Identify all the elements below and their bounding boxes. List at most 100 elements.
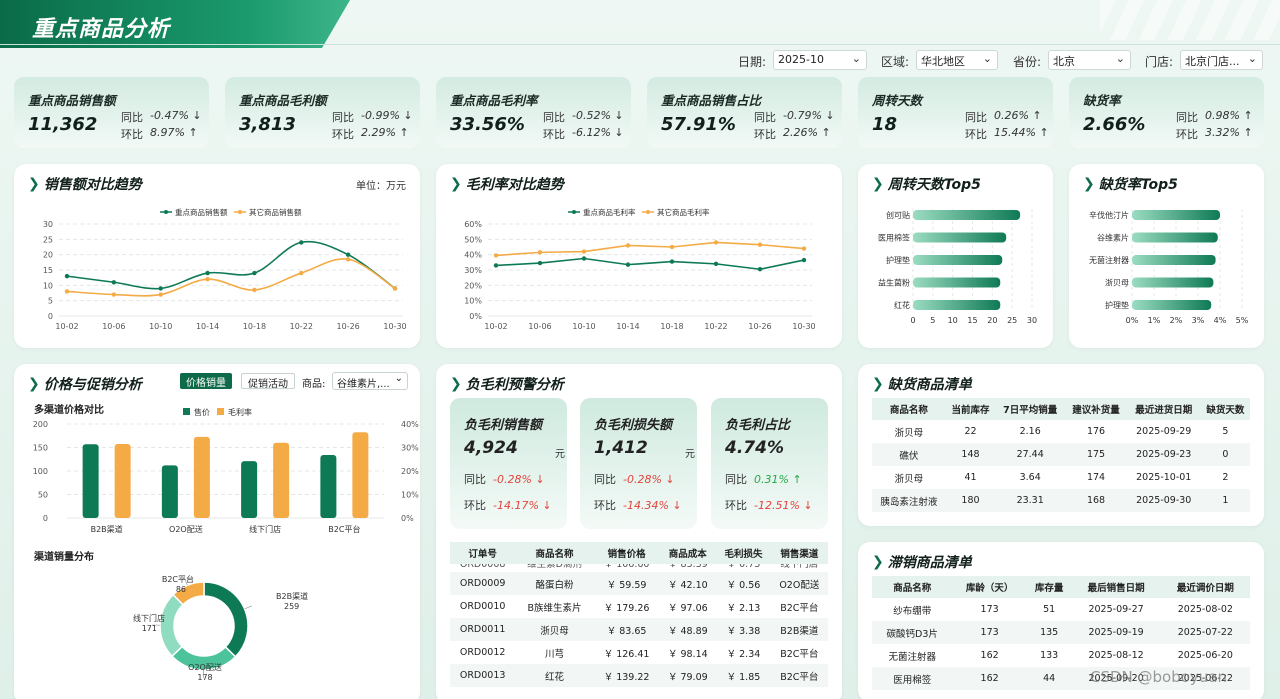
table-cell: 无菌注射器 — [888, 651, 936, 663]
trend-arrow-icon: ↑ — [1239, 109, 1253, 122]
table-cell: 线下门店 — [780, 564, 819, 570]
table-row[interactable]: ORD0011 浙贝母 ￥ 83.65 ￥ 48.89 ￥ 3.38 B2B渠道 — [450, 618, 828, 641]
data-point — [801, 257, 807, 263]
neg-kpi-value: 4,924 — [464, 438, 518, 458]
x-tick-label: 4% — [1214, 316, 1227, 325]
data-point — [757, 267, 763, 272]
slice-value: 259 — [284, 602, 299, 611]
table-cell: 148 — [945, 443, 996, 466]
kpi-mom-label: 环比 — [754, 128, 776, 141]
table-cell: ￥ 106.60 — [603, 564, 650, 570]
table-row[interactable]: ORD0010 B族维生素片 ￥ 179.26 ￥ 97.06 ￥ 2.13 B2C平台 — [450, 595, 828, 618]
region-select[interactable]: 华北地区 ⌄ — [916, 50, 998, 70]
table-header-row: 商品名称 库龄（天） 库存量 最后销售日期 最近调价日期 — [872, 576, 1250, 598]
y-tick-label: 25 — [43, 235, 53, 244]
table-row[interactable]: 礁伏 148 27.44 175 2025-09-23 0 — [872, 443, 1250, 466]
x-tick-label: 10-18 — [660, 322, 683, 331]
data-point — [252, 270, 257, 276]
neg-margin-title: ❯ 负毛利预警分析 — [450, 376, 564, 393]
slice-value: 86 — [176, 585, 186, 594]
donut-slice — [203, 581, 249, 658]
table-row[interactable]: 浙贝母 41 3.64 174 2025-10-01 2 — [872, 466, 1250, 489]
slice-value: 178 — [197, 673, 212, 682]
y-tick-label: 0% — [469, 312, 482, 321]
x-tick-label: 5 — [930, 316, 935, 325]
x-tick-label: 3% — [1192, 316, 1205, 325]
table-row[interactable]: ORD0008 维生素D滴剂 ￥ 106.60 ￥ 83.39 ￥ 0.73 线下门店 — [450, 564, 828, 572]
neg-kpi-value: 1,412 — [594, 438, 648, 458]
kpi-title: 缺货率 — [1083, 93, 1121, 108]
x-tick-label: 25 — [1007, 316, 1017, 325]
trend-arrow-icon: ↑ — [395, 126, 409, 139]
legend-label: 重点商品销售额 — [175, 207, 228, 217]
neg-kpi-mom: 环比 -12.51% ↓ — [725, 499, 813, 512]
table-row[interactable]: ORD0012 川芎 ￥ 126.41 ￥ 98.14 ￥ 2.34 B2C平台 — [450, 641, 828, 664]
table-cell: ORD0008 — [459, 564, 506, 570]
header-divider — [0, 44, 1280, 45]
store-select[interactable]: 北京门店... ⌄ — [1180, 50, 1263, 70]
chevron-down-icon: ⌄ — [1115, 52, 1125, 65]
leader-line — [244, 605, 253, 610]
table-header-row: 订单号 商品名称 销售价格 商品成本 毛利损失 销售渠道 — [450, 542, 828, 564]
kpi-title: 重点商品毛利率 — [450, 93, 538, 108]
table-cell: ￥ 3.38 — [716, 618, 771, 641]
neg-kpi-unit: 元 — [555, 449, 565, 460]
y-tick-label: 30% — [464, 266, 482, 275]
x-tick-label: 15 — [967, 316, 977, 325]
table-cell: 44 — [1026, 667, 1072, 690]
table-row[interactable]: ORD0013 红花 ￥ 139.22 ￥ 79.09 ￥ 1.85 B2C平台 — [450, 664, 828, 687]
x-tick-label: 20 — [987, 316, 997, 325]
kpi-yoy-value: 0.26% ↑ — [994, 109, 1042, 122]
table-cell: 川芎 — [545, 648, 565, 660]
date-select[interactable]: 2025-10 ⌄ — [773, 50, 867, 70]
date-label: 日期: — [738, 55, 767, 69]
data-point — [713, 261, 719, 267]
table-row[interactable]: 碳酸钙D3片 173 135 2025-09-19 2025-07-22 — [872, 621, 1250, 644]
kpi-yoy-value: -0.52% ↓ — [572, 109, 624, 122]
table-cell: ￥ 0.56 — [716, 572, 771, 595]
kpi-yoy-value: -0.47% ↓ — [150, 109, 202, 122]
legend-marker — [646, 210, 650, 214]
kpi-card: 重点商品销售占比 57.91% 同比 -0.79% ↓ 环比 2.26% ↑ — [647, 77, 842, 148]
kpi-mom-value: 15.44% ↑ — [994, 126, 1049, 139]
table-row[interactable]: ORD0009 酪蛋白粉 ￥ 59.59 ￥ 42.10 ￥ 0.56 O2O配送 — [450, 572, 828, 595]
data-point — [392, 286, 398, 291]
table-row[interactable]: 浙贝母 22 2.16 176 2025-09-29 5 — [872, 420, 1250, 443]
province-select[interactable]: 北京 ⌄ — [1048, 50, 1131, 70]
store-value: 北京门店... — [1185, 55, 1240, 68]
kpi-value: 11,362 — [28, 114, 98, 135]
x-tick-label: 10-26 — [748, 322, 771, 331]
table-header: 缺货天数 — [1200, 398, 1250, 420]
table-cell: 173 — [952, 621, 1027, 644]
slice-label: B2B渠道 — [276, 591, 308, 601]
table-row[interactable]: 纱布绷带 173 51 2025-09-27 2025-08-02 — [872, 598, 1250, 621]
series-line — [66, 258, 396, 297]
table-header: 销售价格 — [593, 542, 660, 564]
trend-arrow-icon: ↑ — [788, 473, 802, 486]
neg-kpi-title: 负毛利占比 — [725, 418, 791, 433]
table-cell: B2C平台 — [770, 664, 828, 687]
table-row[interactable]: 胰岛素注射液 180 23.31 168 2025-09-30 1 — [872, 489, 1250, 512]
x-tick-label: 0 — [910, 316, 915, 325]
chevron-right-icon: ❯ — [872, 376, 884, 392]
bar-margin-rate — [273, 442, 290, 518]
y-tick-label: 0 — [48, 312, 53, 321]
trend-arrow-icon: ↑ — [1028, 109, 1042, 122]
table-cell: 168 — [1065, 489, 1127, 512]
bar — [1132, 232, 1218, 243]
table-cell: 2.16 — [1019, 426, 1041, 437]
x-tick-label: 10-10 — [572, 322, 595, 331]
y-tick-label: 10% — [464, 297, 482, 306]
x-tick-label: 10-30 — [383, 322, 406, 331]
table-row[interactable]: 无菌注射器 162 133 2025-08-12 2025-06-20 — [872, 644, 1250, 667]
province-label: 省份: — [1013, 55, 1042, 69]
slice-label: O2O配送 — [188, 662, 222, 672]
trend-arrow-icon: ↑ — [1239, 126, 1253, 139]
legend-label: 重点商品毛利率 — [583, 207, 636, 217]
bar — [913, 300, 1001, 310]
sales-trend-card: ❯ 销售额对比趋势 单位：万元 0 5 10 15 20 25 30 10-02 10-06 10-… — [14, 164, 420, 348]
header-stripes — [1100, 0, 1280, 40]
kpi-yoy-label: 同比 — [754, 111, 776, 124]
bar-margin-rate — [114, 443, 131, 518]
table-cell: 176 — [1086, 426, 1106, 437]
